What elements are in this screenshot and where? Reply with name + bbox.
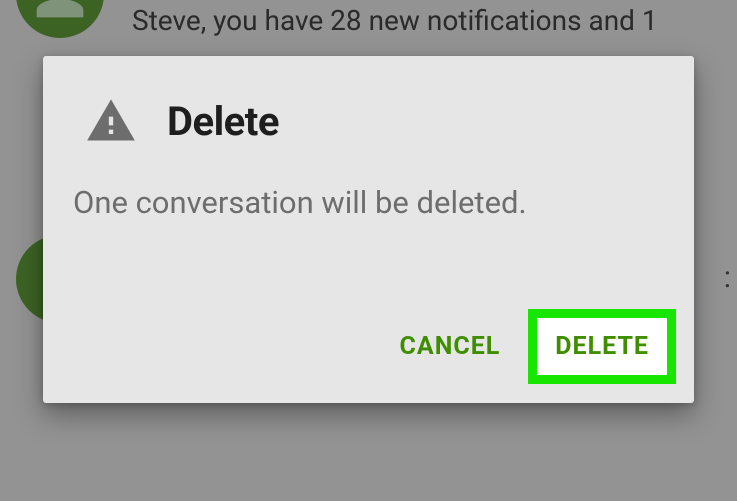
dialog-actions: CANCEL DELETE (43, 307, 694, 403)
dialog-body: One conversation will be deleted. (43, 156, 694, 307)
dialog-title: Delete (167, 98, 279, 145)
cancel-button[interactable]: CANCEL (380, 314, 521, 379)
dialog-header: Delete (43, 56, 694, 156)
screen: Steve, you have 28 new notifications and… (0, 0, 737, 501)
dialog-message: One conversation will be deleted. (73, 182, 664, 224)
delete-dialog: Delete One conversation will be deleted.… (43, 56, 694, 403)
warning-icon (85, 95, 137, 147)
delete-button[interactable]: DELETE (528, 309, 676, 384)
